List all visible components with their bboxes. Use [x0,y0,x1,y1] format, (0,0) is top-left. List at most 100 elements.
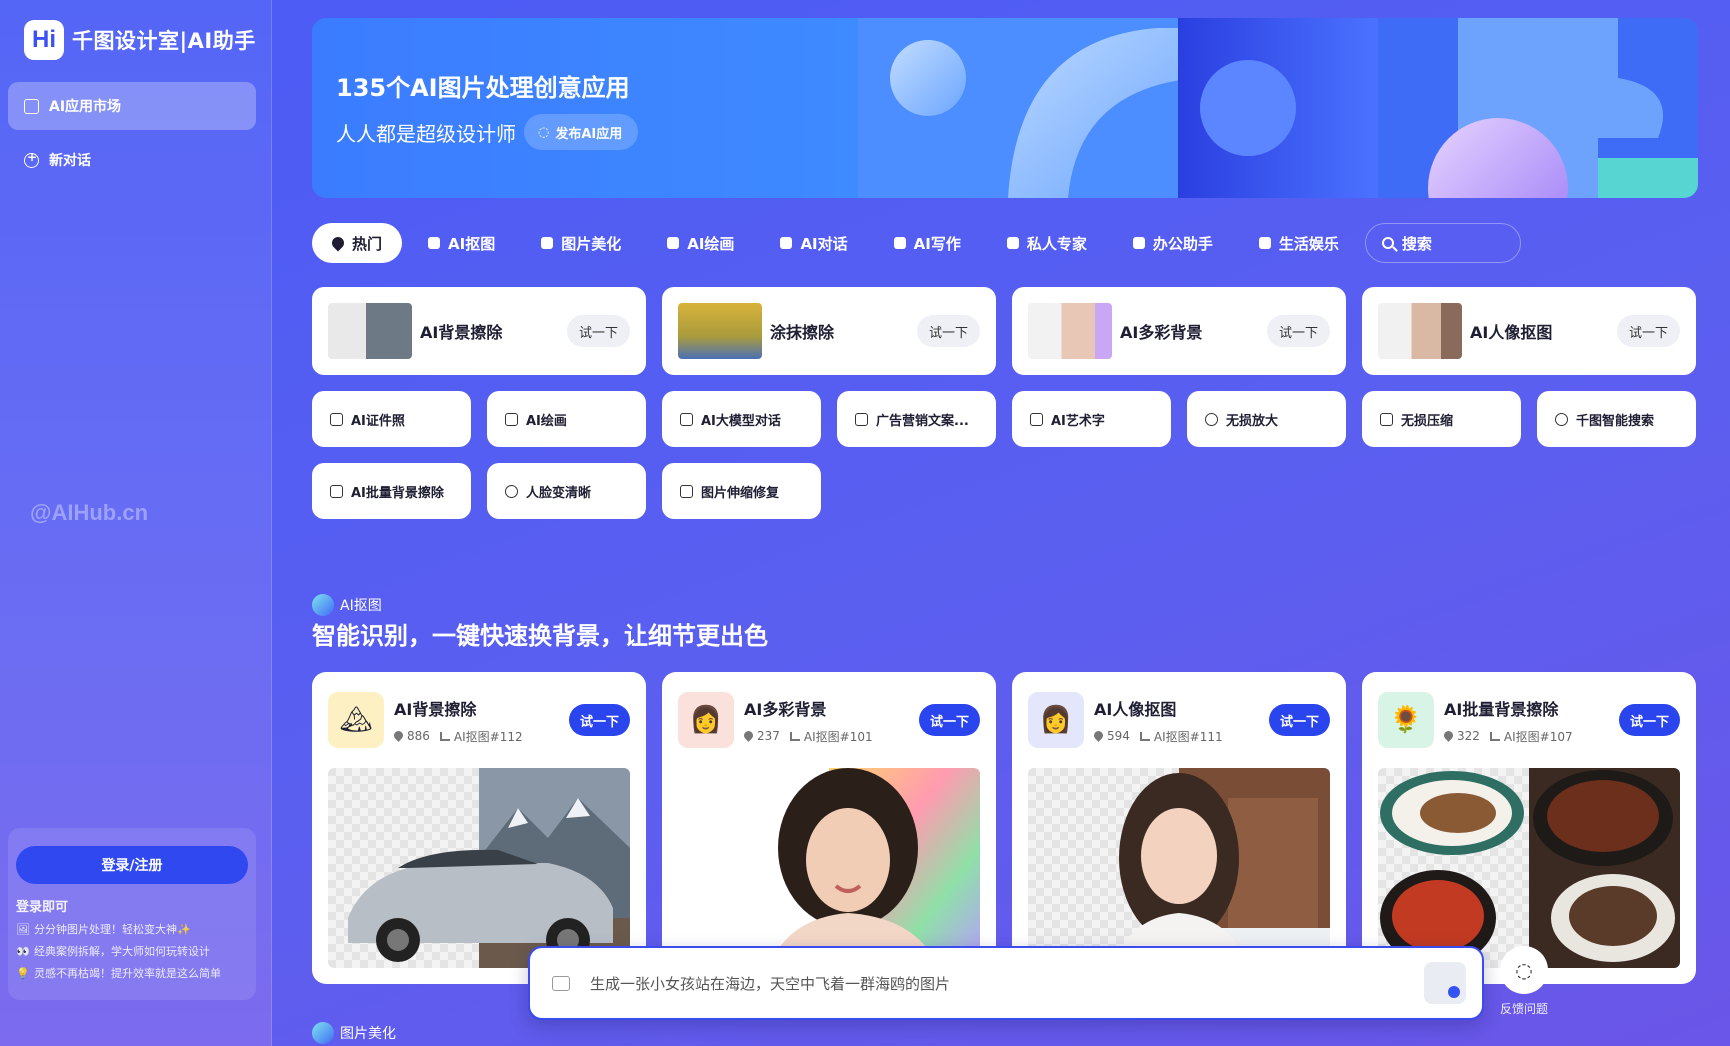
banner-title: 135个AI图片处理创意应用 [336,74,630,102]
tab-ai-writing[interactable]: AI写作 [874,223,981,263]
tool-item[interactable]: AI批量背景擦除 [312,463,471,519]
demo-card[interactable]: 🌻 AI批量背景擦除 322 AI抠图#107 试一下 [1362,672,1696,984]
model-icon [680,412,693,426]
try-button[interactable]: 试一下 [568,704,630,736]
tool-item[interactable]: 千图智能搜索 [1537,391,1696,447]
plus-circle-icon [24,150,39,168]
banner-subtitle-row: 人人都是超级设计师 ◌ 发布AI应用 [336,114,639,150]
tool-item[interactable]: AI艺术字 [1012,391,1171,447]
usage-count: 886 [392,729,430,743]
watermark: @AIHub.cn [30,500,149,525]
try-button[interactable]: 试一下 [1266,315,1330,347]
sidebar-item-new-chat[interactable]: 新对话 [8,136,256,184]
prompt-input-bar[interactable]: 生成一张小女孩站在海边，天空中飞着一群海鸥的图片 [528,946,1484,1020]
chart-icon [789,731,800,741]
prompt-input[interactable]: 生成一张小女孩站在海边，天空中飞着一群海鸥的图片 [590,973,1424,994]
demo-meta: AI背景擦除 886 AI抠图#112 [392,696,569,745]
logo-icon: Hi [24,20,64,60]
tool-item[interactable]: AI绘画 [487,391,646,447]
demo-header: 👩 AI多彩背景 237 AI抠图#101 试一下 [678,692,980,748]
tool-item[interactable]: 图片伸缩修复 [662,463,821,519]
code-value: AI抠图#101 [803,729,873,744]
tab-label: AI写作 [913,234,961,253]
tab-ai-cutout[interactable]: AI抠图 [408,223,515,263]
demo-stats: 322 AI抠图#107 [1442,728,1619,745]
tab-private-expert[interactable]: 私人专家 [987,223,1107,263]
tab-label: 办公助手 [1152,234,1213,253]
picture-icon: 🖼 [16,923,30,936]
tool-item[interactable]: 无损放大 [1187,391,1346,447]
tool-item[interactable]: AI大模型对话 [662,391,821,447]
image-upload-icon[interactable] [552,975,570,991]
app-code: AI抠图#112 [439,728,523,745]
featured-card[interactable]: 涂抹擦除 试一下 [662,287,996,375]
featured-card[interactable]: AI多彩背景 试一下 [1012,287,1346,375]
lightbulb-icon[interactable]: ◌ [1500,946,1548,994]
demo-card[interactable]: 🏔 AI背景擦除 886 AI抠图#112 试一下 [312,672,646,984]
app-code: AI抠图#101 [789,728,873,745]
tool-label: 千图智能搜索 [1576,413,1655,429]
tab-life-entertainment[interactable]: 生活娱乐 [1239,223,1359,263]
cutout-icon [428,237,441,249]
feedback-label: 反馈问题 [1499,1002,1548,1016]
login-benefit: 🖼 分分钟图片处理！轻松变大神✨ [16,921,248,937]
login-benefit-text: 分分钟图片处理！轻松变大神✨ [34,923,191,936]
fire-icon [1442,729,1455,742]
demo-image [328,768,630,968]
try-button[interactable]: 试一下 [566,315,630,347]
featured-name: AI背景擦除 [420,323,503,342]
resize-icon [680,484,693,498]
demo-stats: 237 AI抠图#101 [742,728,919,745]
demo-card[interactable]: 👩 AI多彩背景 237 AI抠图#101 试一下 [662,672,996,984]
section-title: 智能识别，一键快速换背景，让细节更出色 [312,622,768,650]
tool-label: AI批量背景擦除 [351,485,444,501]
publish-app-button[interactable]: ◌ 发布AI应用 [524,114,639,150]
code-value: AI抠图#111 [1153,729,1223,744]
featured-card[interactable]: AI人像抠图 试一下 [1362,287,1696,375]
code-value: AI抠图#107 [1503,729,1573,744]
chat-icon [780,237,793,249]
flask-icon [505,412,518,426]
tool-item[interactable]: 广告营销文案... [837,391,996,447]
send-button[interactable] [1424,962,1466,1004]
tool-item[interactable]: 无损压缩 [1362,391,1521,447]
tool-item[interactable]: 人脸变清晰 [487,463,646,519]
art-text-icon [1030,412,1043,426]
try-button[interactable]: 试一下 [1616,315,1680,347]
login-button[interactable]: 登录/注册 [16,846,248,884]
image-icon [667,237,680,249]
sidebar-item-app-market[interactable]: AI应用市场 [8,82,256,130]
zoom-in-icon [1205,412,1218,426]
tool-item[interactable]: AI证件照 [312,391,471,447]
featured-card[interactable]: AI背景擦除 试一下 [312,287,646,375]
search-button[interactable]: 搜索 [1364,223,1521,263]
tab-office-assistant[interactable]: 办公助手 [1113,223,1233,263]
tab-ai-painting[interactable]: AI绘画 [647,223,754,263]
sidebar-nav: AI应用市场 新对话 [8,82,256,190]
login-benefit-text: 经典案例拆解，学大师如何玩转设计 [34,945,210,958]
tab-ai-chat[interactable]: AI对话 [760,223,867,263]
try-button[interactable]: 试一下 [1618,704,1680,736]
try-button[interactable]: 试一下 [916,315,980,347]
demo-image [678,768,980,968]
section-tag-next: 图片美化 [312,1022,396,1044]
tab-hot[interactable]: 热门 [312,223,403,263]
demo-card[interactable]: 👩 AI人像抠图 594 AI抠图#111 试一下 [1012,672,1346,984]
tool-label: 无损放大 [1226,413,1279,429]
logo[interactable]: Hi 千图设计室|AI助手 [24,20,256,60]
try-button[interactable]: 试一下 [918,704,980,736]
tool-label: 图片伸缩修复 [701,485,780,501]
demo-header: 🏔 AI背景擦除 886 AI抠图#112 试一下 [328,692,630,748]
usage-count: 322 [1442,729,1480,743]
fire-icon [392,729,405,742]
sidebar-item-label: AI应用市场 [49,99,122,115]
section-tag-label: 图片美化 [340,1026,396,1042]
featured-thumbnail [1378,303,1462,359]
grid-icon [24,98,39,114]
feedback-widget[interactable]: ◌ 反馈问题 [1494,946,1554,1017]
tab-image-beauty[interactable]: 图片美化 [521,223,641,263]
try-button[interactable]: 试一下 [1268,704,1330,736]
demo-header: 👩 AI人像抠图 594 AI抠图#111 试一下 [1028,692,1330,748]
app-icon: 🏔 [328,692,384,748]
chart-icon [1489,731,1500,741]
